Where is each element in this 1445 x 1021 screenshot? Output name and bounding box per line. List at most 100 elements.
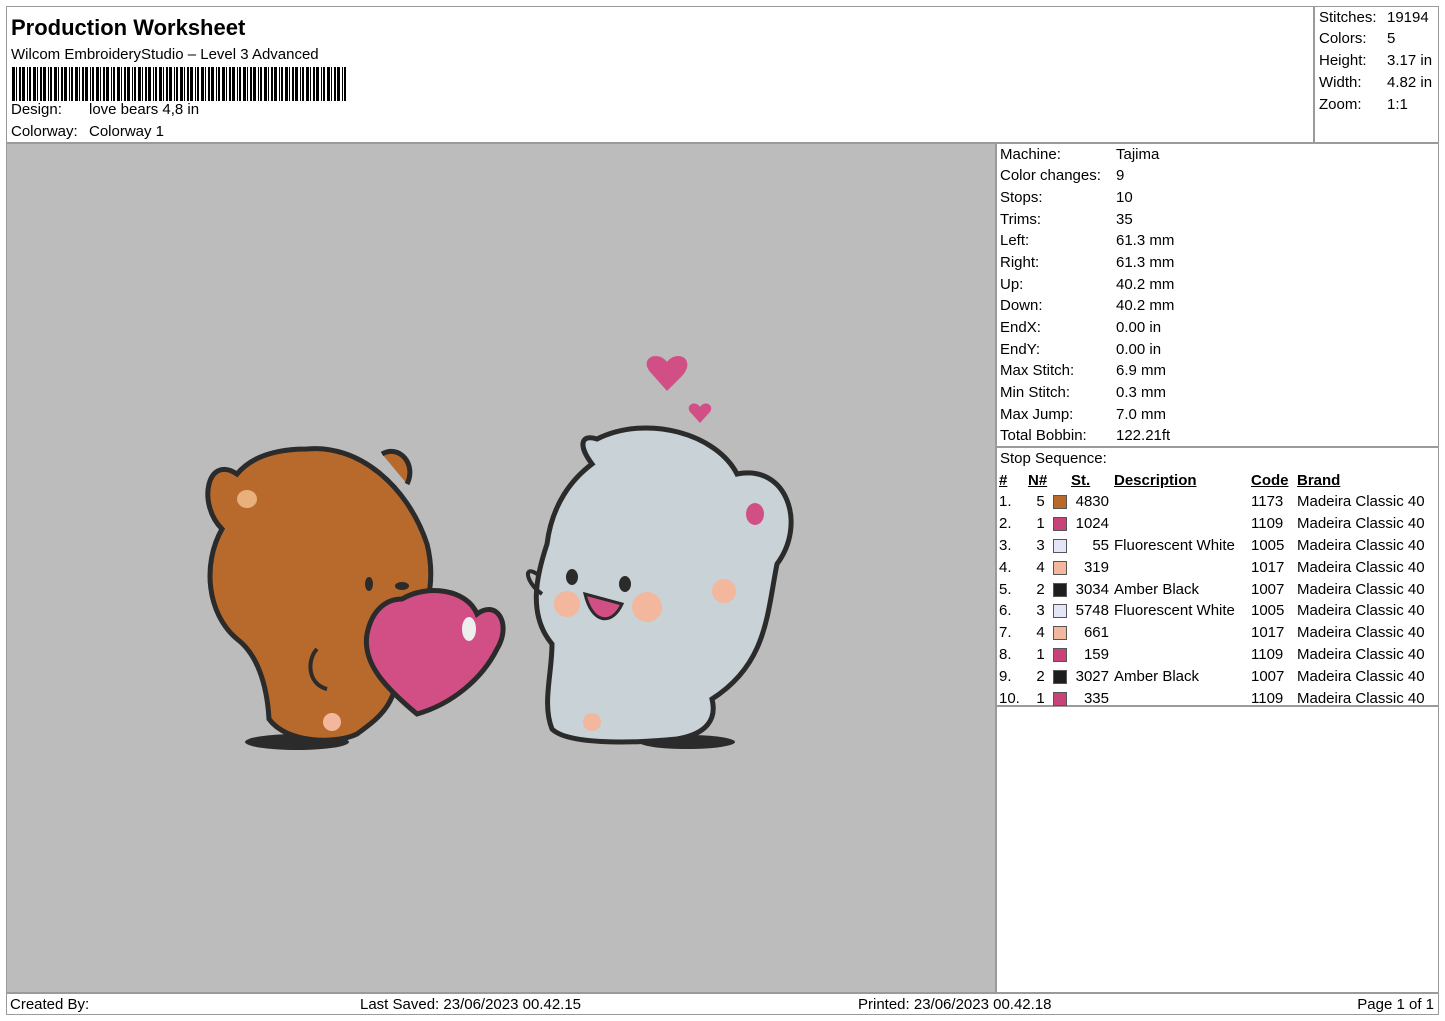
- row-code: 1007: [1251, 580, 1285, 598]
- info-value: 0.00 in: [1116, 341, 1162, 358]
- table-row: 4. 4 319 1017 Madeira Classic 40: [999, 556, 1425, 578]
- page-title: Production Worksheet: [11, 15, 246, 40]
- row-description: Amber Black: [1114, 580, 1200, 598]
- grey-bear-paw-pad: [712, 579, 736, 603]
- barcode-bar: [180, 67, 183, 101]
- colorway-row: Colorway: Colorway 1: [11, 123, 164, 140]
- col-needle: N#: [1028, 472, 1048, 489]
- color-swatch: [1053, 539, 1067, 554]
- row-needle: 5: [1036, 493, 1045, 511]
- stat-value: 1:1: [1387, 96, 1408, 113]
- barcode-bar: [145, 67, 147, 101]
- grey-bear-foot-pad: [583, 713, 601, 731]
- design-stats: Stitches: 19194 Colors: 5 Height: 3.17 in W…: [1314, 6, 1439, 143]
- row-stitches: 319: [1083, 558, 1109, 576]
- row-swatch: [1053, 535, 1071, 557]
- row-swatch: [1053, 665, 1071, 687]
- barcode-bar: [106, 67, 109, 101]
- row-index: 4.: [999, 558, 1012, 576]
- info-label: EndX:: [1000, 319, 1041, 336]
- barcode-bar: [197, 67, 199, 101]
- barcode-bar: [205, 67, 206, 101]
- table-row: 2. 1 1024 1109 Madeira Classic 40: [999, 513, 1425, 535]
- grey-bear-left-eye: [566, 569, 578, 585]
- barcode-bar: [184, 67, 185, 101]
- held-heart-shine: [462, 617, 476, 641]
- barcode-bar: [264, 67, 267, 101]
- row-code: 1005: [1251, 602, 1285, 620]
- barcode-bar: [342, 67, 343, 101]
- info-right: Right: 61.3 mm: [1000, 254, 1174, 271]
- brown-bear-nose: [395, 582, 409, 590]
- barcode-bar: [306, 67, 309, 101]
- page-number: Page 1 of 1: [1357, 996, 1434, 1013]
- row-index: 6.: [999, 602, 1012, 620]
- info-endx: EndX: 0.00 in: [1000, 319, 1161, 336]
- grey-bear-right-blush: [632, 592, 662, 622]
- barcode-bar: [216, 67, 217, 101]
- stat-value: 3.17 in: [1387, 52, 1433, 69]
- barcode-bar: [274, 67, 277, 101]
- row-description: [1114, 644, 1251, 666]
- col-stitches: St.: [1071, 472, 1091, 489]
- barcode-bar: [176, 67, 178, 101]
- barcode-bar: [50, 67, 52, 101]
- barcode-bar: [232, 67, 235, 101]
- grey-bear-right-eye: [619, 576, 631, 592]
- row-index: 2.: [999, 515, 1012, 533]
- barcode-bar: [289, 67, 290, 101]
- info-label: Total Bobbin:: [1000, 427, 1087, 444]
- barcode-bar: [239, 67, 241, 101]
- barcode-bar: [159, 67, 162, 101]
- stat-stitches: Stitches: 19194: [1319, 9, 1437, 26]
- barcode-bar: [82, 67, 84, 101]
- barcode-bar: [292, 67, 294, 101]
- table-row: 8. 1 159 1109 Madeira Classic 40: [999, 644, 1425, 666]
- col-index: #: [999, 472, 1008, 489]
- barcode-bar: [229, 67, 231, 101]
- row-code: 1109: [1251, 645, 1284, 663]
- info-max-jump: Max Jump: 7.0 mm: [1000, 406, 1166, 423]
- row-needle: 2: [1036, 580, 1045, 598]
- row-description: Fluorescent White: [1114, 536, 1235, 554]
- barcode-bar: [166, 67, 168, 101]
- info-value: 10: [1116, 189, 1133, 206]
- row-brand: Madeira Classic 40: [1297, 515, 1425, 533]
- stat-label: Height:: [1319, 52, 1367, 69]
- info-trims: Trims: 35: [1000, 211, 1133, 228]
- barcode-bar: [103, 67, 105, 101]
- info-value: 40.2 mm: [1116, 297, 1175, 314]
- barcode-bar: [302, 67, 304, 101]
- row-brand: Madeira Classic 40: [1297, 645, 1425, 663]
- info-value: 61.3 mm: [1116, 232, 1175, 249]
- colorway-label: Colorway:: [11, 123, 78, 140]
- barcode-bar: [43, 67, 46, 101]
- stop-sequence-label: Stop Sequence:: [1000, 450, 1107, 467]
- barcode-bar: [69, 67, 70, 101]
- row-needle: 2: [1036, 667, 1045, 685]
- row-swatch: [1053, 622, 1071, 644]
- row-code: 1017: [1251, 558, 1285, 576]
- barcode-bar: [169, 67, 172, 101]
- barcode: [12, 67, 346, 101]
- row-needle: 1: [1036, 645, 1045, 663]
- row-index: 3.: [999, 536, 1012, 554]
- barcode-bar: [124, 67, 126, 101]
- barcode-bar: [79, 67, 80, 101]
- barcode-bar: [64, 67, 67, 101]
- info-machine: Machine: Tajima: [1000, 146, 1159, 163]
- barcode-bar: [37, 67, 38, 101]
- barcode-bar: [208, 67, 210, 101]
- row-needle: 3: [1036, 536, 1045, 554]
- info-label: Color changes:: [1000, 167, 1101, 184]
- info-down: Down: 40.2 mm: [1000, 297, 1174, 314]
- info-label: Min Stitch:: [1000, 384, 1071, 401]
- color-swatch: [1053, 626, 1067, 641]
- row-code: 1005: [1251, 536, 1285, 554]
- row-swatch: [1053, 578, 1071, 600]
- info-value: 122.21ft: [1116, 427, 1171, 444]
- row-needle: 1: [1036, 515, 1045, 533]
- table-row: 5. 2 3034 Amber Black 1007 Madeira Classic 40: [999, 578, 1425, 600]
- brown-bear-ear-inner: [237, 490, 257, 508]
- table-row: 7. 4 661 1017 Madeira Classic 40: [999, 622, 1425, 644]
